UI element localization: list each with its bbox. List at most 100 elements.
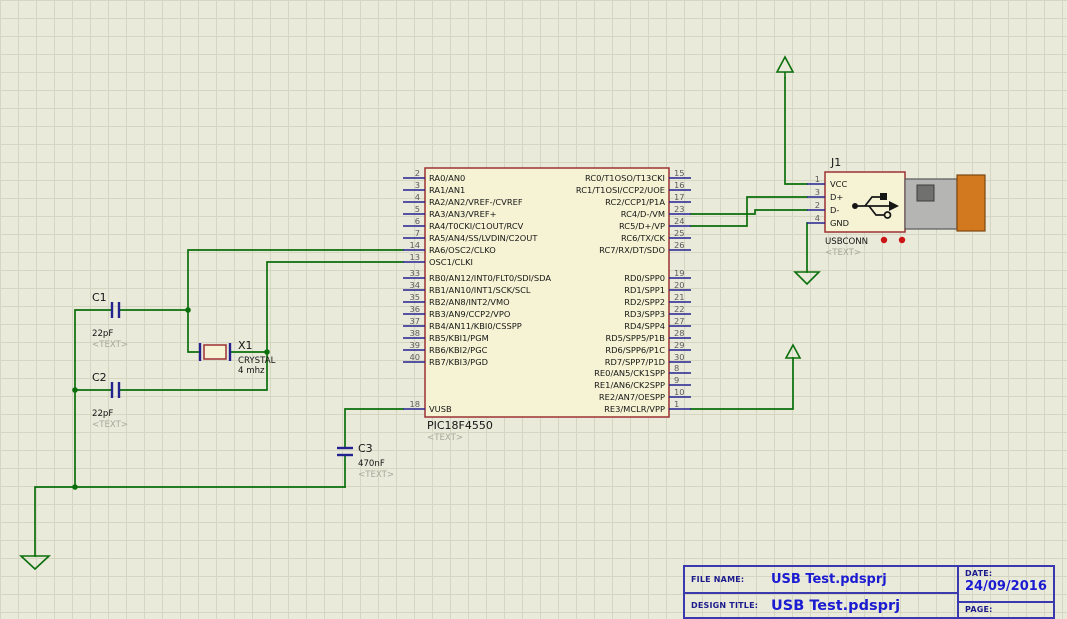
x1-ref: X1 <box>238 339 253 352</box>
component-x1-crystal[interactable]: X1 CRYSTAL 4 mhz <box>198 339 276 376</box>
chip-pin-number: 29 <box>674 340 685 350</box>
chip-pin-number: 13 <box>409 252 420 262</box>
date-value: 24/09/2016 <box>965 579 1047 594</box>
chip-pin-name: RD3/SPP3 <box>624 309 665 319</box>
chip-pin-name: RA2/AN2/VREF-/CVREF <box>429 197 523 207</box>
wires <box>34 77 808 557</box>
chip-note: <TEXT> <box>427 433 463 443</box>
chip-pin-name: RB3/AN9/CCP2/VPO <box>429 309 511 319</box>
j1-note: <TEXT> <box>825 248 861 258</box>
c2-ref: C2 <box>92 371 107 384</box>
chip-pin-number: 18 <box>409 399 420 409</box>
chip-pin-number: 28 <box>674 328 685 338</box>
chip-pin-name: RA3/AN3/VREF+ <box>429 209 497 219</box>
junction-dot <box>185 307 191 313</box>
chip-pin-number: 21 <box>674 292 685 302</box>
red-marker <box>898 236 906 244</box>
chip-pin-number: 39 <box>409 340 420 350</box>
c2-value: 22pF <box>92 409 113 419</box>
chip-pin-number: 37 <box>409 316 420 326</box>
crystal-body[interactable] <box>203 344 227 360</box>
wire-usb-vcc[interactable] <box>784 77 808 185</box>
chip-pin-name: RE2/AN7/OESPP <box>599 392 665 402</box>
chip-pin-name: RB7/KBI3/PGD <box>429 357 488 367</box>
design-title-value: USB Test.pdsprj <box>771 597 901 614</box>
chip-pin-number: 8 <box>674 363 679 373</box>
usb-pin-number: 1 <box>815 174 820 184</box>
wire-vusb[interactable] <box>344 408 404 449</box>
design-title-label: DESIGN TITLE: <box>691 601 759 610</box>
chip-pin-name: RB0/AN12/INT0/FLT0/SDI/SDA <box>429 273 551 283</box>
chip-pin-name: RC2/CCP1/P1A <box>605 197 665 207</box>
ground-terminal-usb[interactable] <box>793 271 821 286</box>
x1-value: CRYSTAL <box>238 356 276 366</box>
component-c2[interactable]: C2 22pF <TEXT> <box>92 371 128 430</box>
x1-freq: 4 mhz <box>238 366 265 376</box>
junction-dot <box>72 484 78 490</box>
file-name-row: FILE NAME: USB Test.pdsprj <box>685 567 957 592</box>
schematic-sheet[interactable]: C1 22pF <TEXT> C2 22pF <TEXT> X1 CRYSTAL… <box>0 0 1067 619</box>
chip-pin-name: RA5/AN4/SS/LVDIN/C2OUT <box>429 233 538 243</box>
chip-pin-number: 6 <box>415 216 420 226</box>
ground-icon <box>793 271 821 286</box>
chip-pin-name: RD6/SPP6/P1C <box>605 345 665 355</box>
power-arrow-icon <box>784 343 802 359</box>
ground-terminal-left[interactable] <box>18 555 52 571</box>
title-block: FILE NAME: USB Test.pdsprj DESIGN TITLE:… <box>683 565 1055 619</box>
chip-pin-name: OSC1/CLKI <box>429 257 473 267</box>
chip-pin-name: RE1/AN6/CK2SPP <box>594 380 665 390</box>
chip-pin-number: 22 <box>674 304 685 314</box>
chip-pin-number: 1 <box>674 399 679 409</box>
chip-pin-number: 26 <box>674 240 685 250</box>
usb-pin-number: 3 <box>815 187 820 197</box>
chip-pin-number: 33 <box>409 268 420 278</box>
chip-pin-number: 9 <box>674 375 679 385</box>
usb-plug <box>956 174 986 232</box>
c1-ref: C1 <box>92 291 107 304</box>
junction-dot <box>264 349 270 355</box>
usb-shield-hole <box>916 184 935 202</box>
chip-pin-number: 36 <box>409 304 420 314</box>
wire-d-plus[interactable] <box>690 196 808 227</box>
chip-pin-name: RB1/AN10/INT1/SCK/SCL <box>429 285 531 295</box>
wire-gnd-bottom[interactable] <box>34 486 346 557</box>
chip-pin-name: RC1/T1OSI/CCP2/UOE <box>576 185 665 195</box>
chip-pin-number: 30 <box>674 352 685 362</box>
wire-mclr[interactable] <box>690 357 794 410</box>
wire-osc2[interactable] <box>187 249 404 353</box>
c3-note: <TEXT> <box>358 470 394 480</box>
c1-value: 22pF <box>92 329 113 339</box>
chip-pin-number: 24 <box>674 216 685 226</box>
chip-ref: PIC18F4550 <box>427 419 493 432</box>
date-label: DATE: <box>965 569 993 578</box>
chip-pin-number: 34 <box>409 280 420 290</box>
chip-pin-name: RA6/OSC2/CLKO <box>429 245 496 255</box>
usb-pin-name: VCC <box>830 179 847 189</box>
file-name-label: FILE NAME: <box>691 575 745 584</box>
chip-pin-number: 5 <box>415 204 420 214</box>
c3-value: 470nF <box>358 459 385 469</box>
chip-pin-number: 20 <box>674 280 685 290</box>
usb-pin-number: 4 <box>815 213 820 223</box>
page-label: PAGE: <box>965 605 993 614</box>
usb-pin-number: 2 <box>815 200 820 210</box>
chip-pin-name: RC6/TX/CK <box>621 233 666 243</box>
usb-pin-name: GND <box>830 218 849 228</box>
chip-pin-number: 23 <box>674 204 685 214</box>
component-pic18f4550[interactable]: 2 RA0/AN0 3 RA1/AN1 4 RA2/AN2/VREF-/CVREF 5 RA3… <box>403 167 691 443</box>
chip-pin-name: RA4/T0CKI/C1OUT/RCV <box>429 221 524 231</box>
chip-pin-number: 4 <box>415 192 420 202</box>
chip-pin-name: RC0/T1OSO/T13CKI <box>585 173 665 183</box>
wire-d-minus[interactable] <box>690 209 808 215</box>
component-j1-usbconn[interactable]: 1 VCC 3 D+ 2 D- 4 GND J1 USBCONN <TEXT> <box>807 156 986 258</box>
chip-pin-name: RD1/SPP1 <box>624 285 665 295</box>
date-cell: DATE: 24/09/2016 <box>959 567 1053 603</box>
power-terminal-mclr[interactable] <box>784 343 802 359</box>
chip-pin-name: RB6/KBI2/PGC <box>429 345 488 355</box>
chip-pin-name: RE0/AN5/CK1SPP <box>594 368 665 378</box>
chip-pin-name: RD5/SPP5/P1B <box>605 333 665 343</box>
chip-pin-name: RC7/RX/DT/SDO <box>599 245 665 255</box>
schematic-canvas[interactable]: C1 22pF <TEXT> C2 22pF <TEXT> X1 CRYSTAL… <box>0 0 1067 619</box>
component-c1[interactable]: C1 22pF <TEXT> <box>92 291 128 350</box>
power-terminal-vcc[interactable] <box>775 55 795 78</box>
